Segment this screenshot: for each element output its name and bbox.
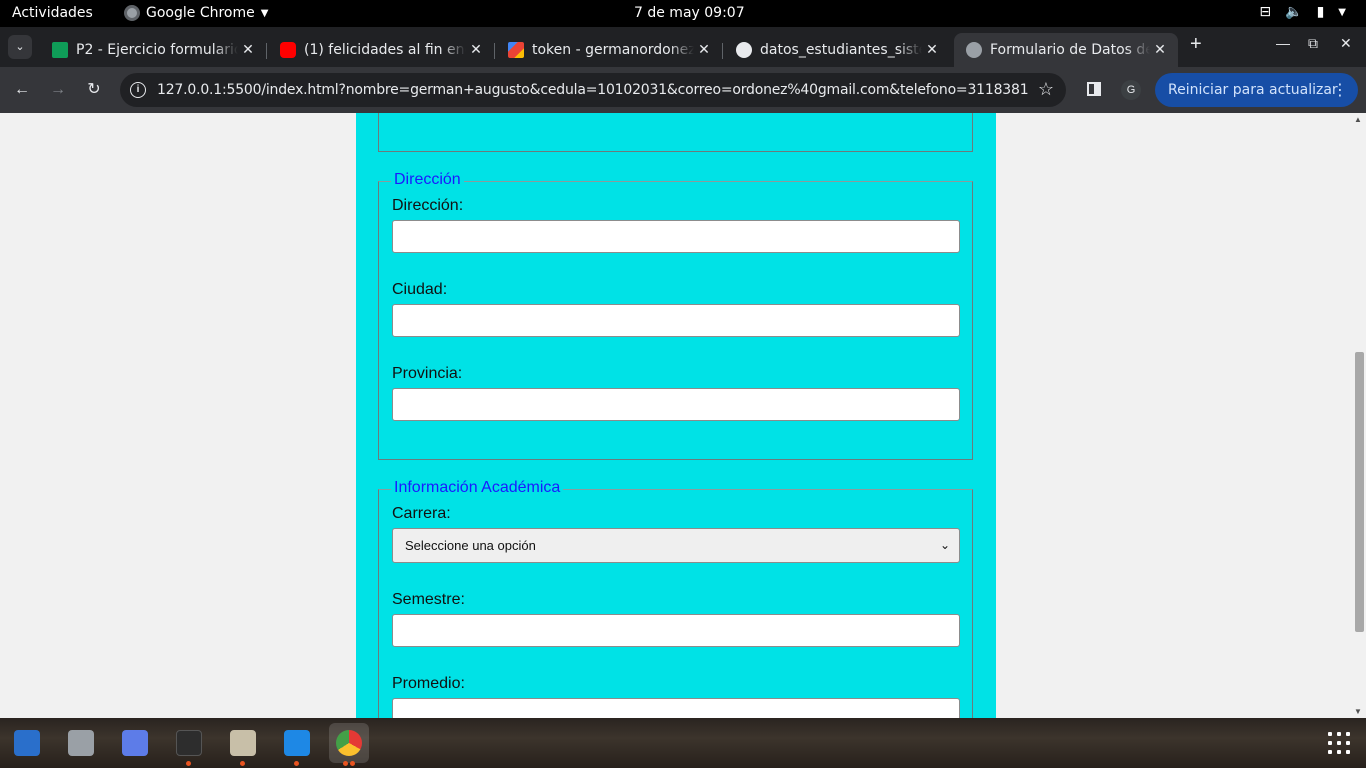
tab-youtube[interactable]: (1) felicidades al fin encontre ✕ bbox=[268, 33, 494, 67]
activities-button[interactable]: Actividades bbox=[12, 5, 93, 21]
dock-terminal[interactable] bbox=[169, 723, 209, 766]
caret-down-icon: ▼ bbox=[260, 7, 269, 19]
scroll-up-icon[interactable]: ▲ bbox=[1354, 115, 1362, 124]
tab-title: P2 - Ejercicio formulario bbox=[76, 42, 238, 58]
close-window-button[interactable]: ✕ bbox=[1340, 35, 1352, 52]
tab-title: token - germanordonez bbox=[532, 42, 694, 58]
forward-arrow-icon[interactable]: → bbox=[46, 78, 70, 102]
dock-vscode[interactable] bbox=[277, 723, 317, 766]
previous-fieldset-bottom bbox=[378, 113, 973, 152]
show-apps-grid-icon[interactable] bbox=[1328, 732, 1350, 754]
app-menu-label: Google Chrome bbox=[146, 5, 255, 21]
browser-toolbar: ← → ↻ i 127.0.0.1:5500/index.html?nombre… bbox=[0, 67, 1366, 113]
minimize-button[interactable]: — bbox=[1276, 35, 1290, 51]
promedio-label: Promedio: bbox=[392, 675, 465, 692]
tab-github[interactable]: datos_estudiantes_sistema ✕ bbox=[724, 33, 950, 67]
academica-legend: Información Académica bbox=[391, 479, 564, 497]
classroom-icon bbox=[52, 42, 68, 58]
taskbar-dock bbox=[0, 718, 1366, 768]
text-editor-icon bbox=[14, 730, 40, 756]
back-arrow-icon[interactable]: ← bbox=[10, 78, 34, 102]
relaunch-label: Reiniciar para actualizar bbox=[1168, 82, 1338, 98]
running-indicator bbox=[294, 761, 299, 766]
screenshot-icon bbox=[122, 730, 148, 756]
running-indicator bbox=[343, 761, 348, 766]
close-icon[interactable]: ✕ bbox=[238, 42, 258, 58]
tab-gmail[interactable]: token - germanordonez ✕ bbox=[496, 33, 722, 67]
url-text[interactable]: 127.0.0.1:5500/index.html?nombre=german+… bbox=[157, 82, 1029, 98]
system-tray[interactable]: ⊟ 🔈 ▮ ▼ bbox=[1259, 4, 1346, 20]
system-top-bar: Actividades Google Chrome ▼ 7 de may 09:… bbox=[0, 0, 1366, 27]
form-container: Dirección Dirección: Ciudad: Provincia: … bbox=[356, 113, 996, 718]
tab-title: (1) felicidades al fin encontre bbox=[304, 42, 466, 58]
dock-files[interactable] bbox=[223, 723, 263, 766]
page-viewport: Dirección Dirección: Ciudad: Provincia: … bbox=[0, 113, 1366, 718]
gmail-icon bbox=[508, 42, 524, 58]
semestre-input[interactable] bbox=[392, 614, 960, 647]
direccion-legend: Dirección bbox=[391, 171, 464, 189]
dock-chrome[interactable] bbox=[329, 723, 369, 766]
running-indicator bbox=[350, 761, 355, 766]
semestre-label: Semestre: bbox=[392, 591, 465, 608]
app-menu[interactable]: Google Chrome ▼ bbox=[124, 5, 268, 21]
chrome-small-icon bbox=[124, 5, 140, 21]
caret-down-icon: ▼ bbox=[1338, 6, 1346, 18]
network-icon: ⊟ bbox=[1259, 4, 1272, 20]
close-icon[interactable]: ✕ bbox=[466, 42, 486, 58]
page-scrollbar[interactable]: ▲ ▼ bbox=[1351, 113, 1366, 718]
new-tab-button[interactable]: + bbox=[1190, 33, 1202, 56]
ciudad-input[interactable] bbox=[392, 304, 960, 337]
close-icon[interactable]: ✕ bbox=[922, 42, 942, 58]
carrera-label: Carrera: bbox=[392, 505, 451, 522]
tab-title: datos_estudiantes_sistema bbox=[760, 42, 922, 58]
scroll-down-icon[interactable]: ▼ bbox=[1354, 707, 1362, 716]
youtube-icon bbox=[280, 42, 296, 58]
tab-classroom[interactable]: P2 - Ejercicio formulario ✕ bbox=[40, 33, 266, 67]
github-icon bbox=[736, 42, 752, 58]
promedio-input[interactable] bbox=[392, 698, 960, 718]
dock-image-viewer[interactable] bbox=[61, 723, 101, 763]
site-info-icon[interactable]: i bbox=[130, 82, 146, 98]
direccion-input[interactable] bbox=[392, 220, 960, 253]
provincia-input[interactable] bbox=[392, 388, 960, 421]
direccion-label: Dirección: bbox=[392, 197, 464, 214]
tab-strip: ⌄ P2 - Ejercicio formulario ✕ (1) felici… bbox=[0, 27, 1366, 67]
profile-avatar[interactable]: G bbox=[1121, 80, 1141, 100]
scrollbar-thumb[interactable] bbox=[1355, 352, 1364, 632]
carrera-selected-value: Seleccione una opción bbox=[405, 538, 536, 553]
running-indicator bbox=[186, 761, 191, 766]
chrome-icon bbox=[336, 730, 362, 756]
close-icon[interactable]: ✕ bbox=[1150, 42, 1170, 58]
more-vert-icon[interactable]: ⋮ bbox=[1332, 80, 1348, 99]
address-bar[interactable]: i 127.0.0.1:5500/index.html?nombre=germa… bbox=[120, 73, 1066, 107]
dock-screenshot[interactable] bbox=[115, 723, 155, 763]
terminal-icon bbox=[176, 730, 202, 756]
vscode-icon bbox=[284, 730, 310, 756]
globe-icon bbox=[966, 42, 982, 58]
volume-icon: 🔈 bbox=[1285, 4, 1303, 20]
direccion-fieldset: Dirección Dirección: Ciudad: Provincia: bbox=[378, 171, 973, 460]
clock[interactable]: 7 de may 09:07 bbox=[634, 5, 745, 21]
academica-fieldset: Información Académica Carrera: Seleccion… bbox=[378, 479, 973, 718]
files-icon bbox=[230, 730, 256, 756]
image-viewer-icon bbox=[68, 730, 94, 756]
reload-icon[interactable]: ↻ bbox=[82, 78, 106, 102]
running-indicator bbox=[240, 761, 245, 766]
tab-title: Formulario de Datos de bbox=[990, 42, 1150, 58]
dock-text-editor[interactable] bbox=[7, 723, 47, 763]
relaunch-update-button[interactable]: Reiniciar para actualizar ⋮ bbox=[1155, 73, 1358, 107]
ciudad-label: Ciudad: bbox=[392, 281, 448, 298]
tab-formulario[interactable]: Formulario de Datos de ✕ bbox=[954, 33, 1178, 67]
bookmark-star-icon[interactable]: ☆ bbox=[1038, 79, 1054, 100]
carrera-select[interactable]: Seleccione una opción ⌄ bbox=[392, 528, 960, 563]
close-icon[interactable]: ✕ bbox=[694, 42, 714, 58]
tab-search-button[interactable]: ⌄ bbox=[8, 35, 32, 59]
restore-button[interactable]: ⧉ bbox=[1308, 35, 1318, 52]
chevron-down-icon: ⌄ bbox=[939, 538, 950, 552]
side-panel-icon[interactable] bbox=[1087, 82, 1101, 96]
battery-icon: ▮ bbox=[1316, 4, 1325, 20]
provincia-label: Provincia: bbox=[392, 365, 463, 382]
